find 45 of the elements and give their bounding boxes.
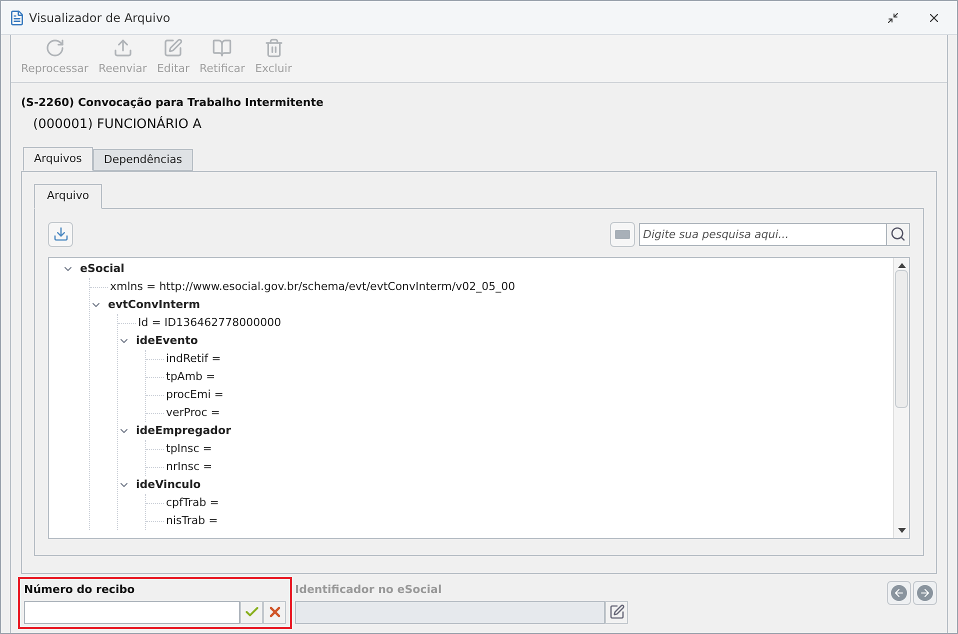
edit-button[interactable]: [605, 600, 628, 624]
tree-node[interactable]: ideEvento: [136, 334, 198, 348]
esocial-id-label: Identificador no eSocial: [295, 582, 443, 598]
tree-attribute[interactable]: tpAmb =: [166, 370, 216, 384]
tree-attribute[interactable]: nisTrab =: [166, 514, 218, 528]
tree-node[interactable]: evtConvInterm: [108, 298, 200, 312]
tab[interactable]: Dependências: [92, 149, 194, 171]
tree-attribute[interactable]: xmlns = http://www.esocial.gov.br/schema/evt/evtConvInterm/v02_05_00: [110, 280, 516, 294]
tree-attribute[interactable]: indRetif =: [166, 352, 221, 366]
restore-icon[interactable]: [887, 12, 899, 24]
trash-icon: [264, 38, 284, 58]
search-field[interactable]: Digite sua pesquisa aqui...: [639, 222, 887, 246]
tree-node[interactable]: eSocial: [80, 262, 124, 276]
next-button[interactable]: [913, 581, 937, 605]
scrollbar[interactable]: [893, 258, 909, 538]
search-button[interactable]: [887, 222, 910, 246]
book-icon: [212, 38, 232, 58]
window-title: Visualizador de Arquivo: [29, 10, 170, 26]
receipt-field[interactable]: [24, 600, 240, 624]
scroll-down-icon[interactable]: [898, 528, 906, 533]
previous-button[interactable]: [887, 581, 911, 605]
tree-attribute[interactable]: nrInsc =: [166, 460, 212, 474]
tree-attribute[interactable]: cpfTrab =: [166, 496, 219, 510]
tree-attribute[interactable]: Id = ID136462778000000: [138, 316, 282, 330]
tab[interactable]: Arquivos: [23, 147, 93, 171]
download-button[interactable]: [48, 222, 73, 246]
cancel-button[interactable]: [263, 600, 286, 624]
refresh-icon: [44, 38, 65, 58]
tree-node[interactable]: ideEmpregador: [136, 424, 231, 438]
upload-icon: [112, 38, 133, 58]
download-icon: [52, 226, 68, 242]
confirm-button[interactable]: [240, 600, 263, 624]
tree-attribute[interactable]: verProc =: [166, 406, 220, 420]
receipt-label: Número do recibo: [24, 582, 136, 598]
app-icon: [9, 10, 25, 26]
tab[interactable]: Arquivo: [34, 184, 102, 209]
event-title: (S-2260) Convocação para Trabalho Intermitente: [21, 95, 324, 111]
edit-icon: [608, 604, 624, 620]
edit-icon: [163, 38, 184, 58]
tree-attribute[interactable]: procEmi =: [166, 388, 224, 402]
employee-name: (000001) FUNCIONÁRIO A: [33, 115, 203, 134]
scroll-up-icon[interactable]: [898, 263, 906, 268]
tree-node[interactable]: ideVinculo: [136, 478, 201, 492]
search-icon: [890, 226, 906, 242]
tree-attribute[interactable]: tpInsc =: [166, 442, 212, 456]
